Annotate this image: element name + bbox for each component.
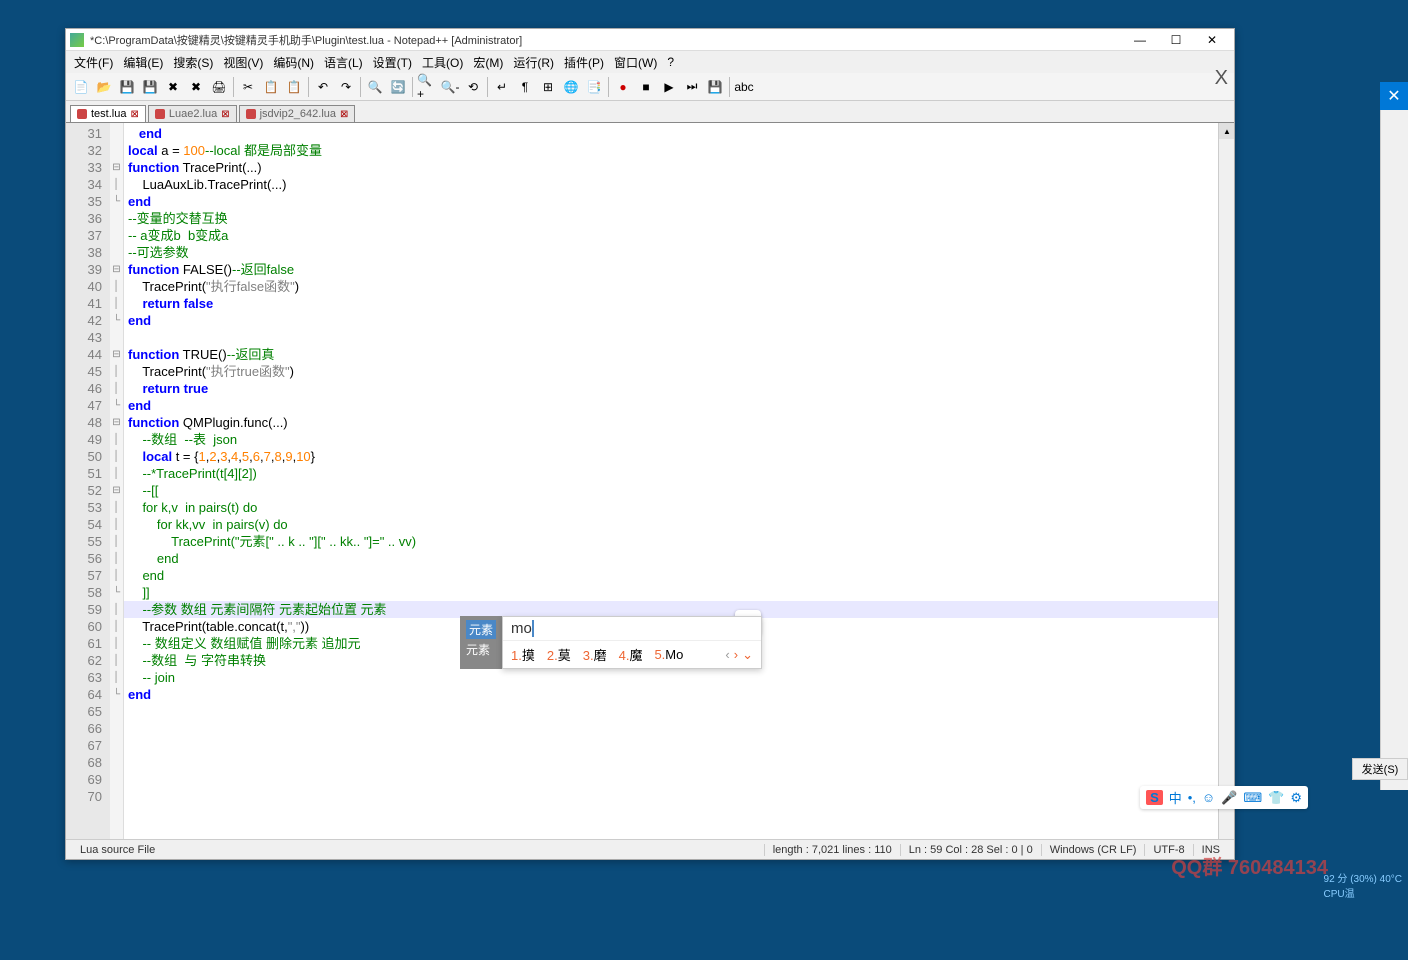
code-editor[interactable]: endlocal a = 100--local 都是局部变量function T… (124, 123, 1218, 839)
ime-candidate[interactable]: 4.魔 (619, 645, 643, 664)
tab-close-icon[interactable]: ⊠ (221, 109, 229, 120)
print-button[interactable]: 🖨 (208, 76, 230, 98)
save-macro-button[interactable]: 💾 (704, 76, 726, 98)
menu-item-1[interactable]: 编辑(E) (119, 52, 167, 73)
window-title: *C:\ProgramData\按键精灵\按键精灵手机助手\Plugin\tes… (90, 32, 1122, 48)
secondary-close-button[interactable]: X (1215, 67, 1228, 90)
menu-item-12[interactable]: ? (663, 53, 678, 71)
save-all-button[interactable]: 💾 (139, 76, 161, 98)
undo-button[interactable]: ↶ (312, 76, 334, 98)
ime-expand-icon[interactable]: ⌄ (742, 647, 753, 663)
play-multi-button[interactable]: ⏭ (681, 76, 703, 98)
maximize-button[interactable]: ☐ (1158, 30, 1194, 50)
ime-keyboard-icon[interactable]: ⌨ (1243, 790, 1262, 806)
menu-item-9[interactable]: 运行(R) (509, 52, 558, 73)
scroll-up-button[interactable]: ▲ (1219, 123, 1234, 139)
menu-item-3[interactable]: 视图(V) (219, 52, 267, 73)
ime-candidate[interactable]: 1.摸 (511, 645, 535, 664)
ime-prev-icon[interactable]: ‹ (725, 647, 729, 663)
side-panel (1380, 110, 1408, 790)
line-gutter: 3132333435363738394041424344454647484950… (66, 123, 110, 839)
record-macro-button[interactable]: ● (612, 76, 634, 98)
menu-item-6[interactable]: 设置(T) (369, 52, 416, 73)
close-button[interactable]: ✕ (1194, 30, 1230, 50)
ime-context-selected[interactable]: 元素 (466, 620, 496, 639)
indent-guide-button[interactable]: ⊞ (537, 76, 559, 98)
show-chars-button[interactable]: ¶ (514, 76, 536, 98)
ime-next-icon[interactable]: › (734, 647, 738, 663)
ime-candidate[interactable]: 3.磨 (583, 645, 607, 664)
ime-candidate[interactable]: 2.莫 (547, 645, 571, 664)
status-eol: Windows (CR LF) (1042, 844, 1146, 856)
file-icon (77, 109, 87, 119)
side-panel-close-button[interactable]: ✕ (1380, 82, 1408, 110)
new-file-button[interactable]: 📄 (70, 76, 92, 98)
close-file-button[interactable]: ✖ (162, 76, 184, 98)
close-all-button[interactable]: ✖ (185, 76, 207, 98)
notepad-window: *C:\ProgramData\按键精灵\按键精灵手机助手\Plugin\tes… (65, 28, 1235, 860)
tab-close-icon[interactable]: ⊠ (340, 109, 348, 120)
minimize-button[interactable]: — (1122, 30, 1158, 50)
toolbar: 📄 📂 💾 💾 ✖ ✖ 🖨 ✂ 📋 📋 ↶ ↷ 🔍 🔄 🔍+ 🔍- ⟲ ↵ ¶ (66, 73, 1234, 101)
doc-map-button[interactable]: 📑 (583, 76, 605, 98)
ime-candidate[interactable]: 5.Mo (654, 647, 683, 662)
file-icon (155, 109, 165, 119)
ime-popup: 元素 元素 mo 1.摸 2.莫 3.磨 4.魔 5.Mo ‹ ›⌄ (460, 616, 762, 669)
ime-voice-icon[interactable]: 🎤 (1221, 790, 1237, 806)
tab-Luae2-lua[interactable]: Luae2.lua⊠ (148, 105, 237, 122)
menu-item-7[interactable]: 工具(O) (418, 52, 467, 73)
menu-item-2[interactable]: 搜索(S) (169, 52, 217, 73)
zoom-in-button[interactable]: 🔍+ (416, 76, 438, 98)
ime-context-list[interactable]: 元素 元素 (460, 616, 502, 669)
paste-button[interactable]: 📋 (283, 76, 305, 98)
tab-test-lua[interactable]: test.lua⊠ (70, 105, 146, 122)
editor-area: 3132333435363738394041424344454647484950… (66, 123, 1234, 839)
ime-skin-icon[interactable]: 👕 (1268, 790, 1284, 806)
statusbar: Lua source File length : 7,021 lines : 1… (66, 839, 1234, 859)
fold-column[interactable]: ⊟│└⊟││└⊟││└⊟│││⊟│││││└│││││└ (110, 123, 124, 839)
app-icon (70, 33, 84, 47)
lang-button[interactable]: 🌐 (560, 76, 582, 98)
tab-close-icon[interactable]: ⊠ (130, 109, 138, 120)
menu-item-0[interactable]: 文件(F) (70, 52, 117, 73)
send-button[interactable]: 发送(S) (1352, 758, 1408, 780)
ime-context-item[interactable]: 元素 (466, 641, 496, 658)
file-icon (246, 109, 256, 119)
open-file-button[interactable]: 📂 (93, 76, 115, 98)
tab-bar: test.lua⊠Luae2.lua⊠jsdvip2_642.lua⊠ (66, 101, 1234, 123)
vertical-scrollbar[interactable]: ▲ (1218, 123, 1234, 839)
redo-button[interactable]: ↷ (335, 76, 357, 98)
watermark-text: QQ群 760484134 (1171, 851, 1328, 880)
menu-item-4[interactable]: 编码(N) (269, 52, 318, 73)
menubar: 文件(F)编辑(E)搜索(S)视图(V)编码(N)语言(L)设置(T)工具(O)… (66, 51, 1234, 73)
find-button[interactable]: 🔍 (364, 76, 386, 98)
cpu-badge: 92 分 (30%) 40°CCPU温 (1324, 870, 1402, 900)
save-button[interactable]: 💾 (116, 76, 138, 98)
sync-button[interactable]: ⟲ (462, 76, 484, 98)
cut-button[interactable]: ✂ (237, 76, 259, 98)
ime-settings-icon[interactable]: ⚙ (1290, 790, 1302, 806)
stop-macro-button[interactable]: ■ (635, 76, 657, 98)
copy-button[interactable]: 📋 (260, 76, 282, 98)
status-position: Ln : 59 Col : 28 Sel : 0 | 0 (901, 844, 1042, 856)
menu-item-11[interactable]: 窗口(W) (610, 52, 661, 73)
tab-jsdvip2_642-lua[interactable]: jsdvip2_642.lua⊠ (239, 105, 356, 122)
ime-input-field[interactable]: mo (503, 617, 761, 641)
menu-item-10[interactable]: 插件(P) (560, 52, 608, 73)
ime-candidates[interactable]: 1.摸 2.莫 3.磨 4.魔 5.Mo ‹ ›⌄ (503, 641, 761, 668)
menu-item-5[interactable]: 语言(L) (320, 52, 367, 73)
status-length: length : 7,021 lines : 110 (765, 844, 901, 856)
spellcheck-button[interactable]: abc (733, 76, 755, 98)
play-macro-button[interactable]: ▶ (658, 76, 680, 98)
zoom-out-button[interactable]: 🔍- (439, 76, 461, 98)
replace-button[interactable]: 🔄 (387, 76, 409, 98)
menu-item-8[interactable]: 宏(M) (469, 52, 507, 73)
status-language: Lua source File (72, 844, 765, 856)
wordwrap-button[interactable]: ↵ (491, 76, 513, 98)
titlebar[interactable]: *C:\ProgramData\按键精灵\按键精灵手机助手\Plugin\tes… (66, 29, 1234, 51)
